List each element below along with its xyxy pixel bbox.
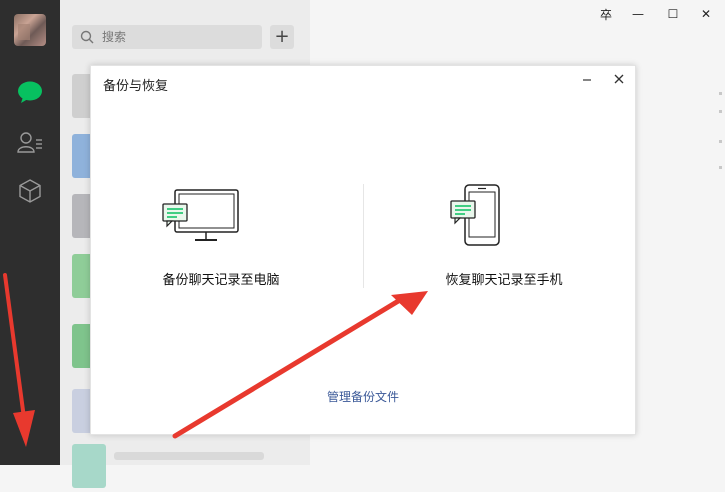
avatar[interactable] — [14, 14, 46, 46]
search-input[interactable] — [100, 29, 254, 45]
chat-bubble-icon[interactable] — [16, 78, 44, 106]
options-divider — [363, 184, 364, 288]
backup-to-pc-option[interactable]: 备份聊天记录至电脑 — [91, 176, 351, 296]
dialog-title: 备份与恢复 — [103, 79, 169, 94]
close-button[interactable]: ✕ — [693, 5, 719, 23]
maximize-button[interactable]: ☐ — [660, 5, 686, 23]
app-sidebar — [0, 0, 60, 465]
contacts-icon[interactable] — [16, 128, 44, 156]
search-box[interactable] — [72, 25, 262, 49]
minimize-button[interactable]: — — [625, 5, 651, 23]
list-item[interactable] — [72, 440, 302, 492]
plus-icon: + — [274, 26, 290, 47]
backup-restore-dialog: 备份与恢复 备份聊天记录至电脑 恢复聊天记录至手机 管理备份文件 — [90, 65, 636, 435]
restore-to-phone-label: 恢复聊天记录至手机 — [445, 273, 563, 288]
phone-chat-icon — [450, 184, 500, 246]
backup-to-pc-label: 备份聊天记录至电脑 — [162, 273, 280, 288]
restore-to-phone-option[interactable]: 恢复聊天记录至手机 — [374, 176, 634, 296]
cube-icon[interactable] — [16, 177, 44, 205]
manage-backup-files-link[interactable]: 管理备份文件 — [91, 388, 635, 405]
search-icon — [80, 30, 94, 44]
add-chat-button[interactable]: + — [270, 25, 294, 49]
dialog-close-icon[interactable] — [611, 71, 627, 87]
dialog-minimize-icon[interactable] — [579, 72, 595, 88]
computer-chat-icon — [162, 189, 239, 241]
pin-button[interactable]: 卒 — [593, 5, 619, 23]
